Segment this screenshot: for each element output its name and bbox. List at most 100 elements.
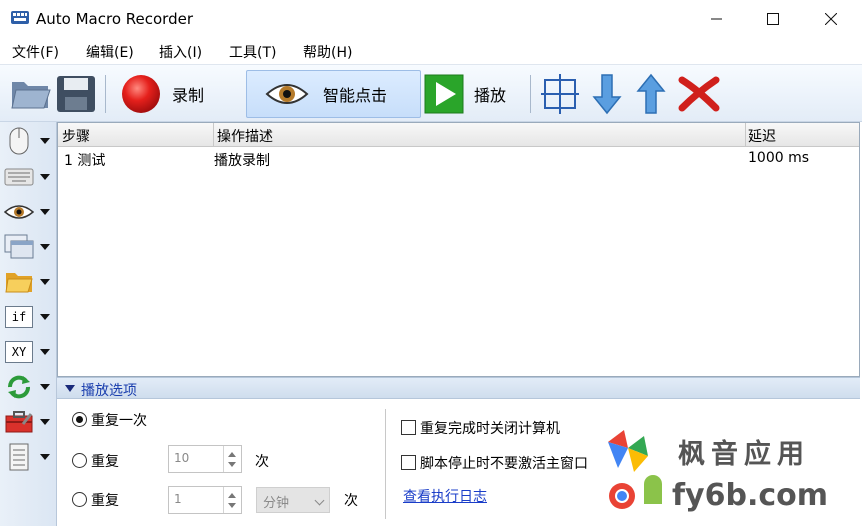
smart-click-label: 智能点击 [323, 86, 388, 105]
chevron-down-icon [40, 419, 50, 425]
toolbar-separator [530, 75, 531, 113]
maximize-icon [767, 13, 779, 25]
watermark-logo-icon [608, 430, 662, 509]
folder-icon [5, 273, 33, 293]
watermark-text-cn: 枫音应用 [678, 439, 810, 470]
play-icon [424, 74, 464, 114]
watermark-text-url: fy6b.com [672, 478, 829, 513]
steps-table[interactable]: 步骤 操作描述 延迟 1 测试 播放录制 1000 ms [57, 122, 860, 377]
column-header-step[interactable]: 步骤 [62, 126, 90, 146]
minimize-icon [711, 18, 722, 20]
if-icon: if [5, 306, 33, 328]
table-header: 步骤 操作描述 延迟 [58, 123, 859, 147]
keyboard-icon [4, 168, 34, 186]
arrow-up-icon [636, 73, 666, 114]
no-activate-checkbox[interactable] [401, 455, 416, 470]
tool-strip: if XY [0, 122, 57, 526]
chevron-down-icon [314, 495, 325, 506]
stepper-up-icon[interactable] [228, 493, 236, 498]
column-header-delay[interactable]: 延迟 [748, 126, 776, 146]
table-row[interactable]: 1 测试 播放录制 1000 ms [58, 149, 859, 169]
keyboard-tool-button[interactable] [4, 162, 54, 192]
repeat-count-stepper[interactable]: 10 [168, 445, 242, 473]
view-log-link[interactable]: 查看执行日志 [403, 486, 487, 506]
loop-tool-button[interactable] [4, 372, 54, 402]
cell-delay: 1000 ms [748, 150, 810, 166]
menu-edit[interactable]: 编辑(E) [86, 42, 134, 62]
select-region-button[interactable] [541, 71, 579, 117]
column-header-description[interactable]: 操作描述 [217, 126, 273, 146]
arrow-down-icon [592, 74, 622, 115]
repeat-interval-radio[interactable] [72, 492, 87, 507]
stepper-buttons[interactable] [223, 446, 241, 472]
menu-file[interactable]: 文件(F) [12, 42, 59, 62]
move-down-button[interactable] [592, 71, 622, 117]
save-icon [57, 76, 95, 112]
stepper-down-icon[interactable] [228, 503, 236, 508]
play-button[interactable]: 播放 [424, 71, 506, 117]
move-up-button[interactable] [636, 71, 666, 117]
eye-tool-button[interactable] [4, 197, 54, 227]
repeat-times-radio[interactable] [72, 453, 87, 468]
stepper-buttons[interactable] [223, 487, 241, 513]
times-unit-label: 次 [255, 454, 269, 470]
folder-tool-button[interactable] [4, 267, 54, 297]
xy-tool-button[interactable]: XY [4, 337, 54, 367]
column-divider[interactable] [745, 123, 746, 147]
folder-open-icon [11, 82, 51, 109]
window-title: Auto Macro Recorder [36, 10, 193, 28]
chevron-down-icon [40, 209, 50, 215]
shutdown-checkbox[interactable] [401, 420, 416, 435]
interval-unit-select[interactable]: 分钟 [256, 487, 330, 513]
minimize-button[interactable] [688, 0, 746, 38]
repeat-once-radio[interactable] [72, 412, 87, 427]
chevron-down-icon [40, 384, 50, 390]
record-icon [122, 75, 160, 113]
repeat-times-label[interactable]: 重复 [91, 451, 119, 471]
no-activate-label[interactable]: 脚本停止时不要激活主窗口 [420, 453, 588, 473]
list-tool-button[interactable] [4, 442, 54, 472]
shutdown-label[interactable]: 重复完成时关闭计算机 [420, 418, 560, 438]
stepper-up-icon[interactable] [228, 452, 236, 457]
close-button[interactable] [802, 0, 860, 38]
mouse-tool-button[interactable] [4, 126, 54, 156]
chevron-down-icon [40, 244, 50, 250]
toolbox-icon [5, 411, 33, 433]
eye-icon [265, 84, 309, 104]
chevron-down-icon [40, 314, 50, 320]
collapse-arrow-icon [65, 385, 75, 392]
select-region-icon [541, 74, 579, 114]
stepper-down-icon[interactable] [228, 462, 236, 467]
menu-help[interactable]: 帮助(H) [303, 42, 352, 62]
menu-tools[interactable]: 工具(T) [229, 42, 276, 62]
maximize-button[interactable] [744, 0, 802, 38]
menu-insert[interactable]: 插入(I) [159, 42, 202, 62]
repeat-once-label[interactable]: 重复一次 [91, 410, 147, 430]
repeat-interval-label[interactable]: 重复 [91, 490, 119, 510]
toolbox-tool-button[interactable] [4, 407, 54, 437]
if-tool-button[interactable]: if [4, 302, 54, 332]
eye-icon [4, 205, 34, 219]
app-keyboard-icon [11, 11, 29, 24]
interval-stepper[interactable]: 1 [168, 486, 242, 514]
cell-description: 播放录制 [214, 153, 270, 169]
mouse-icon [9, 127, 29, 155]
playback-options-header[interactable]: 播放选项 [57, 377, 860, 399]
cell-step: 1 测试 [64, 153, 106, 169]
window-tool-button[interactable] [4, 232, 54, 262]
save-button[interactable] [56, 71, 96, 117]
options-divider [385, 409, 386, 519]
xy-icon: XY [5, 341, 33, 363]
column-divider[interactable] [213, 123, 214, 147]
title-bar: Auto Macro Recorder [0, 0, 862, 38]
play-label: 播放 [474, 86, 507, 105]
delete-x-icon [678, 76, 720, 112]
delete-button[interactable] [678, 71, 720, 117]
toolbar: 录制 智能点击 播放 [0, 64, 862, 122]
interval-unit-value: 分钟 [263, 496, 290, 511]
loop-icon [8, 375, 30, 399]
record-button[interactable]: 录制 [120, 71, 204, 117]
smart-click-button[interactable]: 智能点击 [246, 70, 421, 118]
chevron-down-icon [40, 454, 50, 460]
open-button[interactable] [10, 71, 52, 117]
